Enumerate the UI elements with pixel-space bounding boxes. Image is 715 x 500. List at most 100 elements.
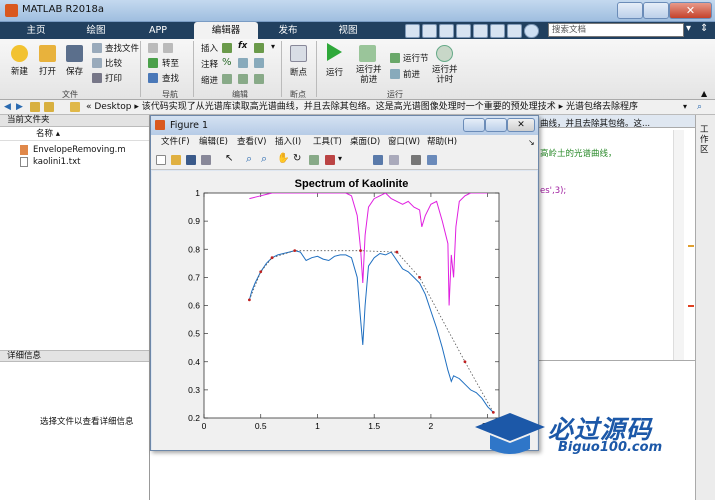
figure-close-button[interactable]: ✕ bbox=[507, 118, 535, 132]
tab-view[interactable]: 视图 bbox=[322, 22, 374, 39]
back-nav-icon[interactable] bbox=[148, 43, 158, 53]
search-icon[interactable]: ⌕ bbox=[671, 24, 676, 34]
menu-tools[interactable]: 工具(T) bbox=[313, 135, 342, 150]
save-button[interactable]: 保存 bbox=[66, 65, 83, 77]
brush-icon[interactable] bbox=[325, 155, 335, 165]
switch-windows-icon[interactable] bbox=[507, 24, 522, 38]
new-figure-icon[interactable] bbox=[156, 155, 166, 165]
increase-indent-icon[interactable] bbox=[238, 74, 248, 84]
zoom-in-icon[interactable]: ⌕ bbox=[246, 152, 252, 166]
menu-edit[interactable]: 编辑(E) bbox=[199, 135, 228, 150]
run-advance-icon[interactable] bbox=[359, 45, 376, 62]
file-item[interactable]: EnvelopeRemoving.m bbox=[33, 145, 126, 155]
colorbar-icon[interactable] bbox=[373, 155, 383, 165]
pointer-icon[interactable]: ↖ bbox=[225, 153, 233, 164]
breadcrumb-subfolder[interactable]: 光谱包络去除程序 bbox=[566, 102, 638, 112]
menu-view[interactable]: 查看(V) bbox=[237, 135, 266, 150]
figure-maximize-button[interactable] bbox=[485, 118, 507, 132]
new-button[interactable]: 新建 bbox=[11, 65, 28, 77]
percent-comment-icon[interactable]: % bbox=[222, 57, 232, 68]
tab-plots[interactable]: 绘图 bbox=[70, 22, 122, 39]
browse-folder-icon[interactable] bbox=[44, 102, 54, 112]
pan-icon[interactable]: ✋ bbox=[277, 153, 289, 164]
insert-section-icon[interactable] bbox=[254, 43, 264, 53]
tab-editor[interactable]: 编辑器 bbox=[194, 22, 258, 39]
back-icon[interactable]: ◀ bbox=[4, 100, 11, 114]
find-files-button[interactable]: 查找文件 bbox=[105, 42, 139, 54]
print-figure-icon[interactable] bbox=[201, 155, 211, 165]
paste-icon[interactable] bbox=[456, 24, 471, 38]
rotate-icon[interactable]: ↻ bbox=[293, 153, 301, 164]
editor-tab-title[interactable]: 曲线，并且去除其包络。这... bbox=[540, 117, 650, 129]
run-time-button[interactable]: 运行并 计时 bbox=[432, 65, 458, 85]
tab-publish[interactable]: 发布 bbox=[262, 22, 314, 39]
breadcrumb-folder[interactable]: 该代码实现了从光谱库读取高光谱曲线，并且去除其包络。这是高光谱图像处理时一个重要… bbox=[142, 102, 556, 112]
uncomment-icon[interactable] bbox=[254, 58, 264, 68]
comment-button[interactable]: 注释 bbox=[201, 58, 218, 70]
run-button[interactable]: 运行 bbox=[326, 66, 343, 78]
search-input[interactable]: 搜索文档 bbox=[548, 23, 684, 37]
file-item[interactable]: kaolini1.txt bbox=[33, 157, 80, 167]
goto-button[interactable]: 转至 bbox=[162, 57, 179, 69]
zoom-out-icon[interactable]: ⌕ bbox=[261, 152, 267, 166]
minimize-button[interactable] bbox=[617, 2, 643, 19]
close-button[interactable]: ✕ bbox=[669, 2, 712, 19]
error-marker[interactable] bbox=[688, 305, 694, 307]
menu-dock-icon[interactable]: ↘ bbox=[528, 135, 535, 150]
insert-icon[interactable] bbox=[222, 43, 232, 53]
breakpoints-button[interactable]: 断点 bbox=[290, 66, 307, 78]
save-figure-icon[interactable] bbox=[186, 155, 196, 165]
wrap-comment-icon[interactable] bbox=[238, 58, 248, 68]
decrease-indent-icon[interactable] bbox=[254, 74, 264, 84]
menu-insert[interactable]: 插入(I) bbox=[275, 135, 301, 150]
undo-icon[interactable] bbox=[473, 24, 488, 38]
open-file-icon[interactable] bbox=[171, 155, 181, 165]
tab-home[interactable]: 主页 bbox=[12, 22, 60, 39]
indent-button[interactable]: 缩进 bbox=[201, 74, 218, 86]
advance-button[interactable]: 前进 bbox=[403, 68, 420, 80]
editor-scrollbar[interactable] bbox=[673, 130, 684, 360]
address-dropdown-icon[interactable]: ▾ bbox=[683, 100, 687, 114]
breakpoint-icon[interactable] bbox=[290, 45, 307, 62]
hide-plot-tools-icon[interactable] bbox=[411, 155, 421, 165]
expand-icon[interactable]: ⇕ bbox=[700, 23, 708, 34]
save-icon[interactable] bbox=[405, 24, 420, 38]
name-column-header[interactable]: 名称 ▴ bbox=[0, 128, 149, 141]
smart-indent-icon[interactable] bbox=[222, 74, 232, 84]
menu-file[interactable]: 文件(F) bbox=[161, 135, 190, 150]
print-button[interactable]: 打印 bbox=[105, 72, 122, 84]
new-file-icon[interactable] bbox=[11, 45, 28, 62]
run-time-icon[interactable] bbox=[436, 45, 453, 62]
breadcrumb-desktop[interactable]: Desktop bbox=[94, 102, 131, 112]
fx-button[interactable]: fx bbox=[238, 41, 247, 51]
forward-nav-icon[interactable] bbox=[163, 43, 173, 53]
insert-dropdown-icon[interactable]: ▾ bbox=[271, 42, 275, 51]
data-cursor-icon[interactable] bbox=[309, 155, 319, 165]
legend-icon[interactable] bbox=[389, 155, 399, 165]
run-icon[interactable] bbox=[327, 43, 342, 61]
collapse-ribbon-icon[interactable]: ▲ bbox=[701, 89, 707, 98]
open-button[interactable]: 打开 bbox=[39, 65, 56, 77]
show-plot-tools-icon[interactable] bbox=[427, 155, 437, 165]
run-section-button[interactable]: 运行节 bbox=[403, 52, 429, 64]
open-folder-icon[interactable] bbox=[39, 45, 56, 62]
find-button[interactable]: 查找 bbox=[162, 72, 179, 84]
figure-minimize-button[interactable] bbox=[463, 118, 485, 132]
run-advance-button[interactable]: 运行并 前进 bbox=[356, 65, 382, 85]
cut-icon[interactable] bbox=[422, 24, 437, 38]
save-disk-icon[interactable] bbox=[66, 45, 83, 62]
brush-dropdown-icon[interactable]: ▾ bbox=[338, 154, 342, 163]
help-icon[interactable] bbox=[524, 24, 539, 38]
tab-apps[interactable]: APP bbox=[132, 22, 184, 39]
menu-window[interactable]: 窗口(W) bbox=[388, 135, 420, 150]
copy-icon[interactable] bbox=[439, 24, 454, 38]
compare-button[interactable]: 比较 bbox=[105, 57, 122, 69]
workspace-tab[interactable]: 工作区 bbox=[700, 125, 710, 155]
menu-desktop[interactable]: 桌面(D) bbox=[350, 135, 380, 150]
redo-icon[interactable] bbox=[490, 24, 505, 38]
warning-marker[interactable] bbox=[688, 245, 694, 247]
maximize-button[interactable] bbox=[643, 2, 669, 19]
up-folder-icon[interactable] bbox=[30, 102, 40, 112]
insert-button[interactable]: 插入 bbox=[201, 42, 218, 54]
settings-arrow-icon[interactable]: ▾ bbox=[686, 23, 691, 34]
